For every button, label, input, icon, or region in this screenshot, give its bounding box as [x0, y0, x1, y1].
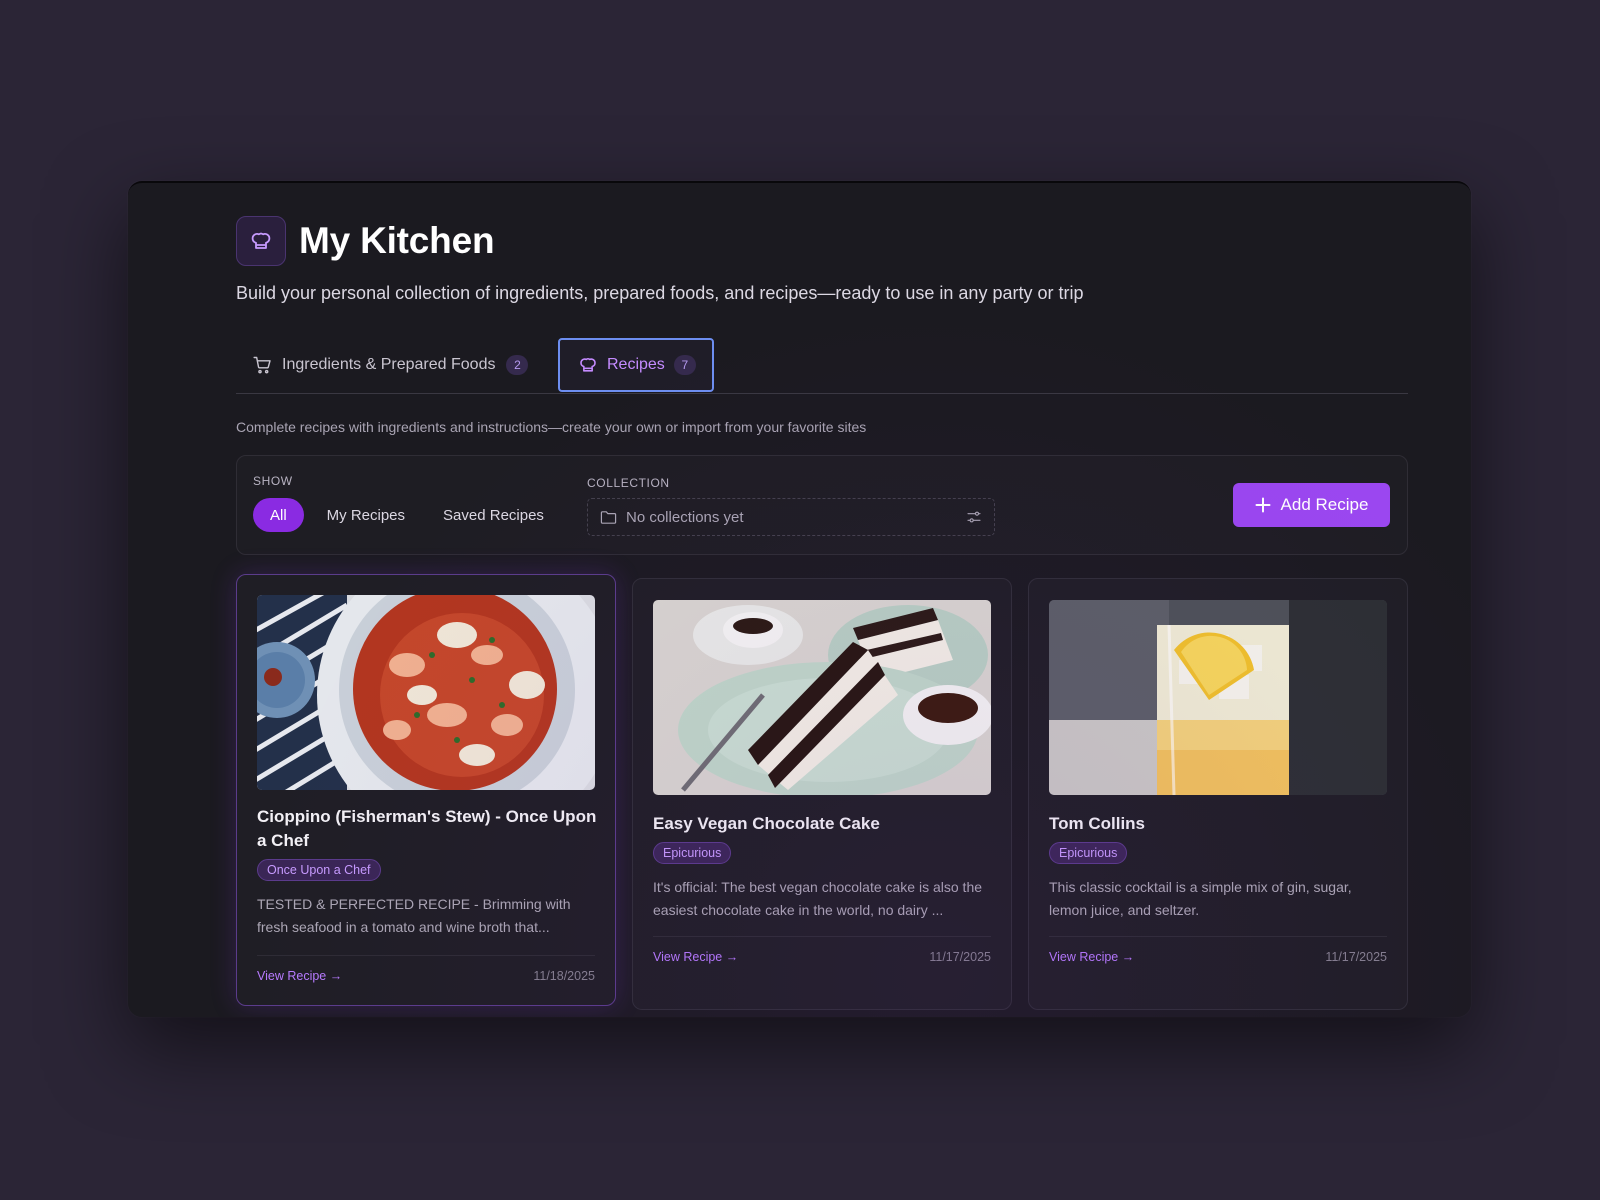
filter-saved-recipes-pill[interactable]: Saved Recipes	[426, 498, 561, 532]
recipe-card[interactable]: Cioppino (Fisherman's Stew) - Once Upon …	[236, 574, 616, 1006]
tab-ingredients[interactable]: Ingredients & Prepared Foods 2	[252, 338, 529, 392]
recipe-description: It's official: The best vegan chocolate …	[653, 879, 983, 918]
recipe-title[interactable]: Tom Collins	[1049, 812, 1389, 836]
recipe-source-badge: Epicurious	[653, 842, 732, 864]
chocolate-cake-photo	[653, 600, 991, 795]
tab-recipes-count: 7	[673, 355, 696, 375]
show-label: SHOW	[253, 474, 293, 488]
chef-hat-icon	[580, 357, 596, 372]
tab-bar: Ingredients & Prepared Foods 2 Recipes 7	[236, 338, 1408, 394]
section-description: Complete recipes with ingredients and in…	[236, 419, 867, 435]
recipe-source-badge: Epicurious	[1049, 842, 1128, 864]
view-recipe-link[interactable]: View Recipe →	[1049, 950, 1134, 964]
add-recipe-label: Add Recipe	[1280, 495, 1369, 514]
recipe-date: 11/17/2025	[1325, 950, 1387, 964]
recipe-description: TESTED & PERFECTED RECIPE - Brimming wit…	[257, 896, 571, 935]
card-divider	[653, 936, 991, 937]
recipe-description: This classic cocktail is a simple mix of…	[1049, 879, 1352, 918]
view-recipe-link[interactable]: View Recipe →	[653, 950, 738, 964]
recipe-date: 11/18/2025	[533, 969, 595, 983]
recipe-source-badge: Once Upon a Chef	[257, 859, 381, 881]
recipe-card[interactable]: Easy Vegan Chocolate Cake Epicurious It'…	[632, 578, 1012, 1010]
sliders-icon[interactable]	[966, 510, 982, 524]
recipe-date: 11/17/2025	[929, 950, 991, 964]
tab-ingredients-label: Ingredients & Prepared Foods	[282, 356, 496, 373]
app-window: My Kitchen Build your personal collectio…	[128, 181, 1471, 1017]
collection-select[interactable]: No collections yet	[587, 498, 995, 536]
filter-my-recipes-pill[interactable]: My Recipes	[310, 498, 422, 532]
page-header: My Kitchen	[236, 216, 495, 266]
card-divider	[1049, 936, 1387, 937]
seafood-stew-photo	[257, 595, 595, 790]
tab-recipes[interactable]: Recipes 7	[558, 338, 714, 392]
recipe-title[interactable]: Cioppino (Fisherman's Stew) - Once Upon …	[257, 805, 597, 853]
tab-recipes-label: Recipes	[607, 356, 665, 373]
view-recipe-link[interactable]: View Recipe →	[257, 969, 342, 983]
page-subtitle: Build your personal collection of ingred…	[236, 283, 1084, 303]
collection-label: COLLECTION	[587, 476, 670, 490]
chef-hat-icon	[236, 216, 286, 266]
plus-icon	[1255, 497, 1271, 513]
tab-ingredients-count: 2	[506, 355, 529, 375]
add-recipe-button[interactable]: Add Recipe	[1233, 483, 1390, 527]
card-divider	[257, 955, 595, 956]
show-filter: All My Recipes Saved Recipes	[253, 498, 561, 532]
recipe-card[interactable]: Tom Collins Epicurious This classic cock…	[1028, 578, 1408, 1010]
filter-bar: SHOW All My Recipes Saved Recipes COLLEC…	[236, 455, 1408, 555]
filter-all-pill[interactable]: All	[253, 498, 304, 532]
recipe-title[interactable]: Easy Vegan Chocolate Cake	[653, 812, 993, 836]
page-title: My Kitchen	[299, 220, 495, 261]
folder-icon	[600, 510, 617, 524]
cocktail-photo	[1049, 600, 1387, 795]
collection-value: No collections yet	[626, 508, 744, 526]
cart-icon	[253, 356, 271, 374]
